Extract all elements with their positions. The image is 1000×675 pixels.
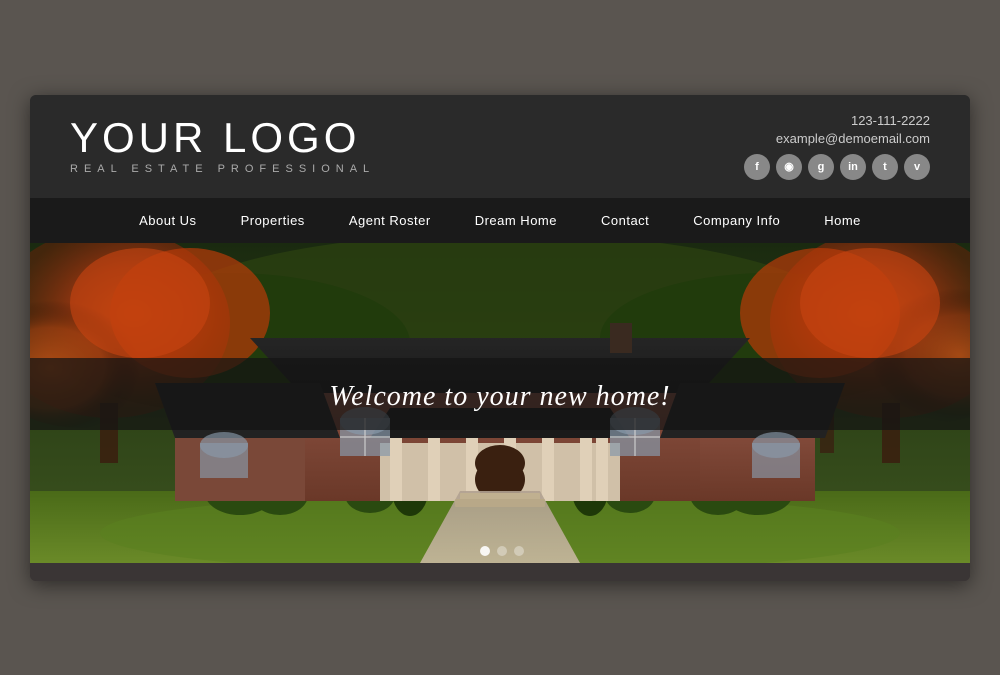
nav-about-us[interactable]: About Us (117, 198, 218, 243)
logo-tagline: REAL ESTATE PROFESSIONAL (70, 163, 375, 175)
site-header: YOUR LOGO REAL ESTATE PROFESSIONAL 123-1… (30, 95, 970, 198)
nav-home[interactable]: Home (802, 198, 883, 243)
social-icons-bar: f ◉ g in t v (744, 154, 930, 180)
browser-frame: YOUR LOGO REAL ESTATE PROFESSIONAL 123-1… (30, 95, 970, 581)
google-icon[interactable]: g (808, 154, 834, 180)
facebook-icon[interactable]: f (744, 154, 770, 180)
logo-text: YOUR LOGO (70, 117, 375, 159)
nav-agent-roster[interactable]: Agent Roster (327, 198, 453, 243)
nav-dream-home[interactable]: Dream Home (453, 198, 579, 243)
hero-image: Welcome to your new home! (30, 243, 970, 563)
footer-strip (30, 563, 970, 581)
linkedin-icon[interactable]: in (840, 154, 866, 180)
svg-text:Welcome to your new home!: Welcome to your new home! (329, 381, 670, 412)
nav-contact[interactable]: Contact (579, 198, 671, 243)
email-address: example@demoemail.com (776, 131, 930, 146)
logo-block: YOUR LOGO REAL ESTATE PROFESSIONAL (70, 117, 375, 175)
feed-icon[interactable]: ◉ (776, 154, 802, 180)
vimeo-icon[interactable]: v (904, 154, 930, 180)
nav-company-info[interactable]: Company Info (671, 198, 802, 243)
twitter-icon[interactable]: t (872, 154, 898, 180)
hero-section: Welcome to your new home! (30, 243, 970, 563)
nav-properties[interactable]: Properties (219, 198, 327, 243)
site-nav: About Us Properties Agent Roster Dream H… (30, 198, 970, 243)
contact-block: 123-111-2222 example@demoemail.com f ◉ g… (744, 113, 930, 180)
phone-number: 123-111-2222 (851, 113, 930, 128)
